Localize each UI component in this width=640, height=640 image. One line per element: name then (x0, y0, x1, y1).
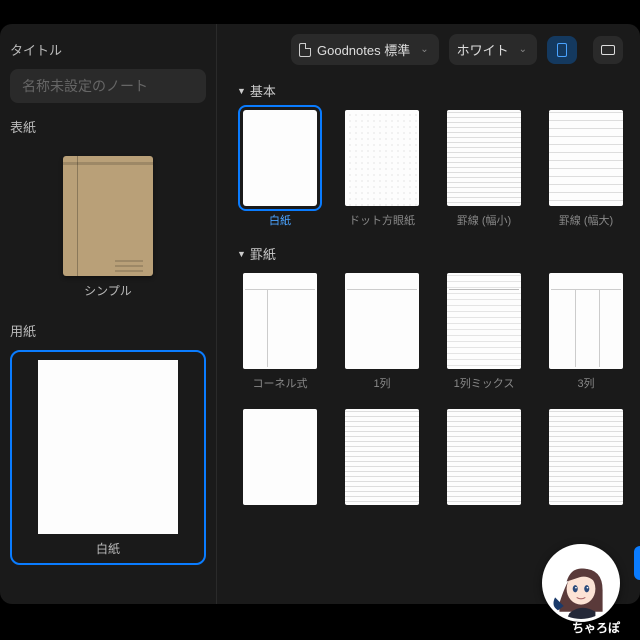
orientation-landscape[interactable] (593, 36, 623, 64)
template-tile[interactable] (441, 409, 527, 511)
paper-caption: 白紙 (96, 540, 120, 557)
title-input[interactable] (10, 69, 206, 103)
paper-color-dropdown[interactable]: ホワイト ⌄ (449, 34, 537, 65)
template-caption: 罫線 (幅小) (457, 212, 511, 228)
new-notebook-modal: タイトル 表紙 シンプル 用紙 白紙 Goodnotes 標準 ⌄ ホワイト ⌄ (0, 24, 640, 604)
disclosure-triangle-icon: ▼ (237, 249, 246, 259)
avatar (542, 544, 620, 622)
template-thumbnail (345, 273, 419, 369)
template-tile[interactable]: ドット方眼紙 (339, 110, 425, 228)
template-scroll[interactable]: ▼ 基本白紙 ドット方眼紙 罫線 (幅小) 罫線 (幅大) ▼ 罫紙コーネル式 1列 1列ミ… (217, 75, 640, 604)
document-icon (299, 43, 311, 57)
template-thumbnail (345, 110, 419, 206)
template-grid: コーネル式 1列 1列ミックス 3列 (237, 273, 632, 511)
template-thumbnail (447, 409, 521, 505)
template-caption: 1列 (373, 375, 390, 391)
template-thumbnail (549, 110, 623, 206)
create-button-edge[interactable] (634, 546, 640, 580)
toolbar: Goodnotes 標準 ⌄ ホワイト ⌄ (217, 24, 640, 75)
template-thumbnail (243, 409, 317, 505)
template-caption: 罫線 (幅大) (559, 212, 613, 228)
cover-thumbnail (63, 156, 153, 276)
template-tile[interactable]: コーネル式 (237, 273, 323, 391)
template-caption: コーネル式 (253, 375, 308, 391)
template-tile[interactable]: 3列 (543, 273, 629, 391)
paper-label: 用紙 (10, 321, 206, 340)
portrait-icon (557, 43, 567, 57)
paper-selector[interactable]: 白紙 (10, 350, 206, 565)
template-tile[interactable] (543, 409, 629, 511)
cover-selector[interactable]: シンプル (10, 146, 206, 307)
cover-caption: シンプル (84, 282, 132, 299)
orientation-portrait[interactable] (547, 36, 577, 64)
template-thumbnail (243, 273, 317, 369)
category-header[interactable]: ▼ 罫紙 (237, 244, 632, 263)
landscape-icon (601, 45, 615, 55)
category-header[interactable]: ▼ 基本 (237, 81, 632, 100)
template-grid: 白紙 ドット方眼紙 罫線 (幅小) 罫線 (幅大) (237, 110, 632, 228)
template-thumbnail (549, 409, 623, 505)
template-caption: ドット方眼紙 (349, 212, 415, 228)
template-tile[interactable]: 1列ミックス (441, 273, 527, 391)
paper-thumbnail (38, 360, 178, 534)
chevron-down-icon: ⌄ (420, 44, 428, 55)
template-thumbnail (549, 273, 623, 369)
template-caption: 1列ミックス (454, 375, 515, 391)
template-caption: 3列 (577, 375, 594, 391)
title-label: タイトル (10, 40, 206, 59)
disclosure-triangle-icon: ▼ (237, 86, 246, 96)
template-caption: 白紙 (269, 212, 291, 228)
template-thumbnail (447, 110, 521, 206)
template-tile[interactable]: 1列 (339, 273, 425, 391)
orientation-segmented (547, 36, 577, 64)
avatar-name: ちゃろぽ (572, 619, 620, 636)
chevron-down-icon: ⌄ (519, 44, 527, 55)
template-tile[interactable]: 白紙 (237, 110, 323, 228)
template-tile[interactable] (339, 409, 425, 511)
template-thumbnail (243, 110, 317, 206)
sidebar: タイトル 表紙 シンプル 用紙 白紙 (0, 24, 216, 604)
cover-label: 表紙 (10, 117, 206, 136)
template-thumbnail (345, 409, 419, 505)
template-thumbnail (447, 273, 521, 369)
paper-color-label: ホワイト (457, 40, 509, 59)
template-tile[interactable] (237, 409, 323, 511)
template-set-label: Goodnotes 標準 (317, 40, 410, 59)
template-tile[interactable]: 罫線 (幅小) (441, 110, 527, 228)
main-panel: Goodnotes 標準 ⌄ ホワイト ⌄ ▼ 基本白紙 ドット方眼紙 罫線 (幅小… (216, 24, 640, 604)
template-set-dropdown[interactable]: Goodnotes 標準 ⌄ (291, 34, 439, 65)
template-tile[interactable]: 罫線 (幅大) (543, 110, 629, 228)
